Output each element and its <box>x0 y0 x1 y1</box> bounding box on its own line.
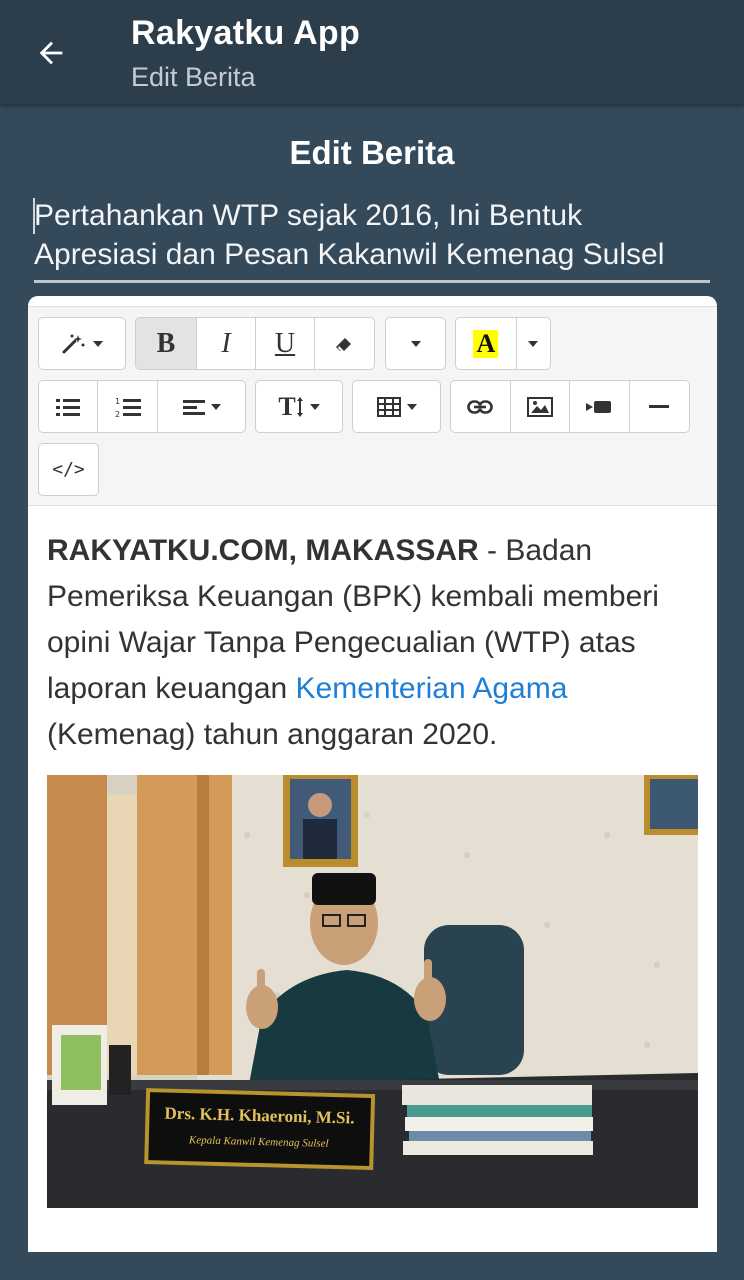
numbered-list-icon: 1 2 <box>115 397 141 418</box>
font-size-label: T <box>278 391 296 421</box>
app-subtitle: Edit Berita <box>131 62 256 92</box>
app-title: Rakyatku App <box>131 14 361 52</box>
svg-text:2: 2 <box>115 410 120 418</box>
image-icon <box>526 396 553 417</box>
bullet-list-icon <box>56 398 80 416</box>
underline-button[interactable]: U <box>256 318 315 369</box>
more-font-dropdown[interactable] <box>385 317 446 370</box>
headline-text: Pertahankan WTP sejak 2016, Ini Bentuk A… <box>34 199 665 271</box>
chevron-down-icon <box>309 403 320 410</box>
paragraph-group: 1 2 <box>38 380 246 433</box>
link-icon <box>467 399 494 414</box>
kementerian-agama-link[interactable]: Kementerian Agama <box>296 672 568 705</box>
clear-format-button[interactable] <box>315 318 374 369</box>
bold-button[interactable]: B <box>136 318 197 369</box>
chevron-down-icon <box>528 340 539 347</box>
horizontal-rule-button[interactable] <box>630 381 690 432</box>
arrow-left-icon <box>39 41 63 65</box>
align-dropdown-button[interactable] <box>158 381 245 432</box>
align-left-icon <box>182 399 205 415</box>
table-icon <box>376 396 401 417</box>
font-color-label: A <box>473 329 499 358</box>
photo-illustration: Drs. K.H. Khaeroni, M.Si. Kepala Kanwil … <box>47 775 698 1208</box>
color-dropdown-button[interactable] <box>517 318 550 369</box>
app-bar: Rakyatku App Edit Berita <box>0 0 744 104</box>
article-photo: Drs. K.H. Khaeroni, M.Si. Kepala Kanwil … <box>47 775 698 1208</box>
headline-input[interactable]: Pertahankan WTP sejak 2016, Ini Bentuk A… <box>33 196 710 283</box>
font-size-dropdown[interactable]: T <box>255 380 343 433</box>
insert-group <box>450 380 690 433</box>
insert-link-button[interactable] <box>451 381 511 432</box>
insert-image-button[interactable] <box>511 381 570 432</box>
article-text-after-link: (Kemenag) tahun anggaran 2020. <box>47 718 498 751</box>
text-height-icon <box>296 396 303 417</box>
code-view-button[interactable]: </> <box>38 443 99 496</box>
font-color-button[interactable]: A <box>456 318 517 369</box>
chevron-down-icon <box>93 340 103 347</box>
chevron-down-icon <box>406 403 417 410</box>
article-lead: RAKYATKU.COM, MAKASSAR <box>47 534 479 567</box>
unordered-list-button[interactable] <box>39 381 98 432</box>
rich-text-editor: B I U A 1 2 T </> RAKYATKU.COM, MAKASSAR… <box>28 296 717 1252</box>
chevron-down-icon <box>410 340 421 347</box>
back-button[interactable] <box>28 30 74 76</box>
magic-wand-icon <box>62 334 85 353</box>
minus-icon <box>649 404 670 408</box>
chevron-down-icon <box>210 403 221 410</box>
svg-text:1: 1 <box>115 397 120 406</box>
video-icon <box>586 400 612 413</box>
ordered-list-button[interactable]: 1 2 <box>98 381 158 432</box>
table-dropdown[interactable] <box>352 380 441 433</box>
eraser-icon <box>335 337 351 351</box>
italic-button[interactable]: I <box>197 318 256 369</box>
style-dropdown-button[interactable] <box>38 317 126 370</box>
page-title: Edit Berita <box>289 134 455 171</box>
editor-toolbar: B I U A 1 2 T </> <box>28 306 717 506</box>
font-style-group: B I U <box>135 317 375 370</box>
color-group: A <box>455 317 551 370</box>
article-body[interactable]: RAKYATKU.COM, MAKASSAR - Badan Pemeriksa… <box>47 528 699 758</box>
text-cursor <box>33 198 35 234</box>
insert-video-button[interactable] <box>570 381 630 432</box>
